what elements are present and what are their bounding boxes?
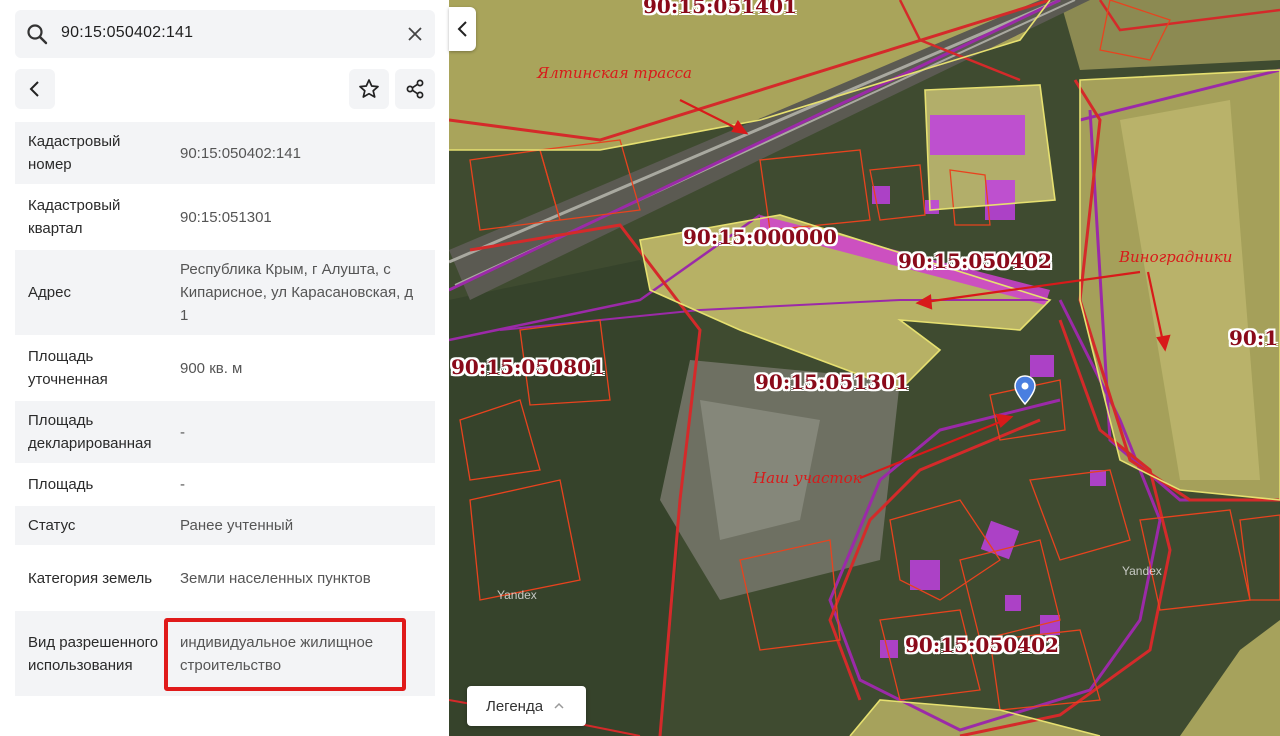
detail-label: Площадь декларированная	[28, 412, 152, 452]
detail-value: -	[180, 423, 185, 441]
chevron-up-icon	[554, 702, 564, 709]
cadastral-label-middle: 90:15:051301	[755, 370, 909, 394]
cadastral-label-center-right: 90:15:050402	[898, 249, 1052, 273]
chevron-left-icon	[29, 81, 39, 97]
location-pin-icon[interactable]	[1013, 375, 1037, 405]
annotation-vineyards: Виноградники	[1119, 248, 1233, 266]
annotation-our-plot: Наш участок	[753, 469, 862, 487]
cadastral-label-top: 90:15:051401	[643, 0, 797, 18]
share-icon	[406, 79, 424, 99]
star-icon	[359, 79, 379, 98]
detail-value: -	[180, 476, 185, 493]
detail-row-cadastral-number: Кадастровый номер 90:15:050402:141	[15, 122, 435, 186]
chevron-left-icon	[457, 21, 467, 37]
detail-value: 90:15:051301	[180, 208, 272, 226]
share-button[interactable]	[395, 69, 435, 109]
cadastral-map[interactable]: 90:15:051401 90:15:000000 90:15:050402 9…	[449, 0, 1280, 736]
detail-row-status: Статус Ранее учтенный	[15, 506, 435, 547]
detail-row-address: Адрес Республика Крым, г Алушта, с Кипар…	[15, 250, 435, 337]
close-icon[interactable]	[405, 24, 425, 44]
favorite-button[interactable]	[349, 69, 389, 109]
detail-row-area-declared: Площадь декларированная -	[15, 401, 435, 465]
legend-button[interactable]: Легенда	[467, 686, 586, 726]
yandex-watermark: Yandex	[1122, 564, 1162, 578]
detail-row-area: Площадь -	[15, 465, 435, 506]
detail-label: Адрес	[28, 284, 71, 301]
detail-label: Вид разрешенного использования	[28, 633, 159, 674]
yandex-watermark: Yandex	[497, 588, 537, 602]
detail-label: Площадь уточненная	[28, 348, 108, 388]
cadastral-label-bottom: 90:15:050402	[905, 633, 1059, 657]
annotation-highway: Ялтинская трасса	[537, 64, 692, 82]
back-button[interactable]	[15, 69, 55, 109]
cadastral-label-right-edge: 90:1	[1229, 326, 1279, 350]
legend-label: Легенда	[486, 697, 544, 715]
detail-value: Республика Крым, г Алушта, с Кипарисное,…	[180, 261, 414, 324]
search-bar[interactable]: 90:15:050402:141	[15, 10, 435, 58]
detail-value: 90:15:050402:141	[180, 144, 301, 162]
details-table: Кадастровый номер 90:15:050402:141 Кадас…	[15, 122, 435, 698]
cadastral-label-left: 90:15:050801	[451, 355, 605, 379]
search-icon	[27, 24, 48, 45]
detail-row-area-specified: Площадь уточненная 900 кв. м	[15, 337, 435, 401]
detail-value: Ранее учтенный	[180, 517, 294, 534]
cadastral-label-center-left: 90:15:000000	[683, 225, 837, 249]
detail-label: Категория земель	[28, 569, 153, 587]
detail-row-land-category: Категория земель Земли населенных пункто…	[15, 547, 435, 611]
detail-value: 900 кв. м	[180, 359, 243, 377]
detail-value: Земли населенных пунктов	[180, 569, 371, 587]
detail-label: Площадь	[28, 476, 94, 493]
detail-label: Кадастровый номер	[28, 133, 121, 173]
property-panel: 90:15:050402:141 Кадастровый номер 90:15…	[0, 0, 449, 736]
detail-row-cadastral-quarter: Кадастровый квартал 90:15:051301	[15, 186, 435, 250]
detail-label: Статус	[28, 517, 76, 534]
collapse-panel-button[interactable]	[449, 7, 476, 51]
detail-label: Кадастровый квартал	[28, 197, 121, 237]
search-input[interactable]: 90:15:050402:141	[61, 24, 193, 42]
permitted-use-highlight	[164, 618, 406, 691]
